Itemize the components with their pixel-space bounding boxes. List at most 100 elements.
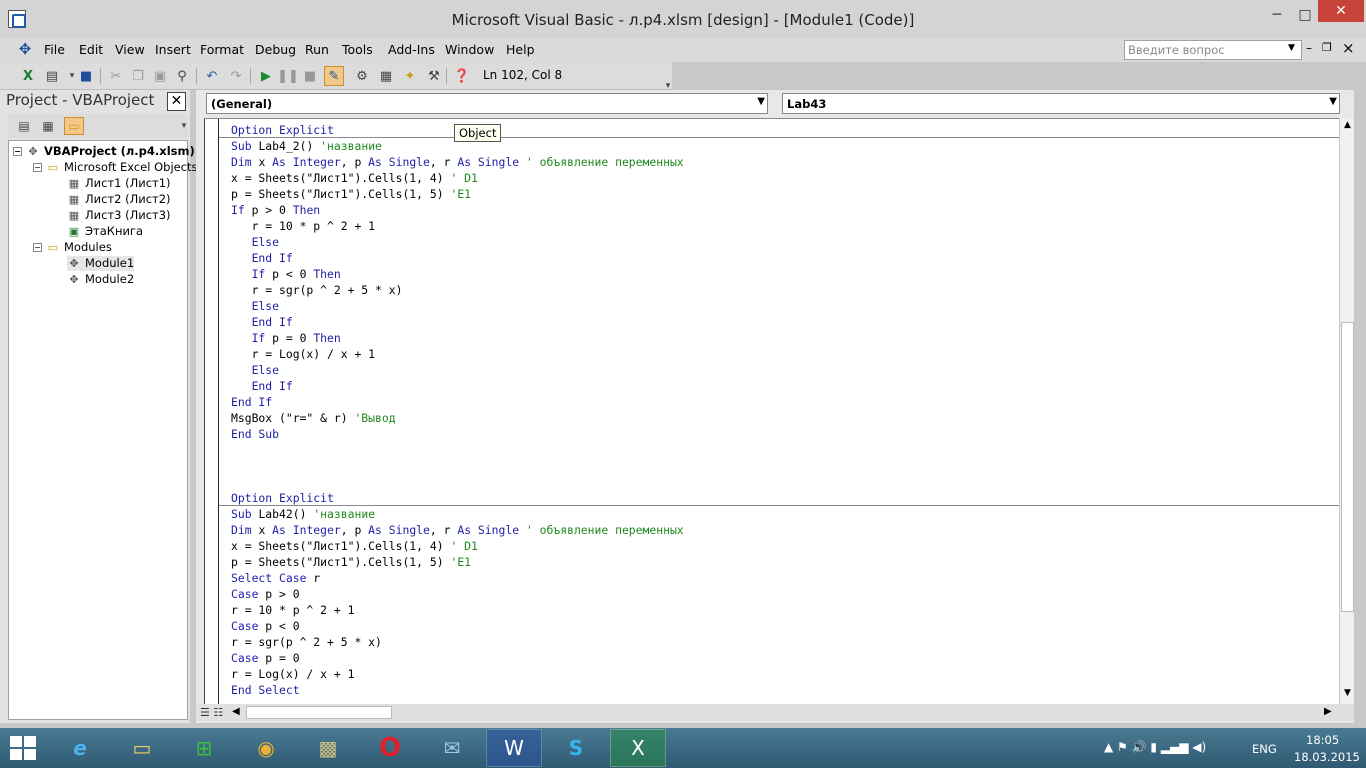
- outlook-icon[interactable]: ✉: [424, 729, 480, 767]
- file-explorer-icon[interactable]: ▭: [114, 729, 170, 767]
- menu-file[interactable]: File: [44, 42, 65, 57]
- code-line[interactable]: Sub Lab42() 'название: [231, 506, 684, 522]
- code-line[interactable]: r = Log(x) / x + 1: [231, 346, 684, 362]
- system-tray-icons[interactable]: ▲ ⚑ 🔊 ▮ ▂▄▆ ◀): [1104, 740, 1206, 754]
- reset-icon[interactable]: ■: [300, 66, 320, 86]
- language-indicator[interactable]: ENG: [1252, 742, 1277, 756]
- code-line[interactable]: [231, 442, 684, 458]
- help-dropdown-icon[interactable]: ▼: [1288, 43, 1295, 53]
- word-icon[interactable]: W: [486, 729, 542, 767]
- tree-node-thisworkbook[interactable]: ▣ ЭтаКнига: [67, 224, 143, 239]
- vba-menu-icon[interactable]: ✥: [14, 40, 36, 60]
- clock-date[interactable]: 18.03.2015: [1294, 750, 1360, 764]
- code-line[interactable]: End Sub: [231, 426, 684, 442]
- code-line[interactable]: Else: [231, 298, 684, 314]
- tree-node-module1[interactable]: ✥ Module1: [67, 256, 135, 271]
- help-search-input[interactable]: Введите вопрос: [1124, 40, 1302, 60]
- view-object-icon[interactable]: ▦: [38, 117, 58, 135]
- code-line[interactable]: r = 10 * p ^ 2 + 1: [231, 218, 684, 234]
- scroll-right-icon[interactable]: ▶: [1324, 706, 1332, 717]
- collapse-icon[interactable]: −: [13, 147, 22, 156]
- close-button[interactable]: ✕: [1318, 0, 1364, 22]
- menu-add-ins[interactable]: Add-Ins: [388, 42, 435, 57]
- skype-icon[interactable]: S: [548, 729, 604, 767]
- properties-icon[interactable]: ▦: [376, 66, 396, 86]
- design-mode-icon[interactable]: ✎: [324, 66, 344, 86]
- tree-node-modules[interactable]: − ▭ Modules: [33, 240, 112, 255]
- code-line[interactable]: Case p < 0: [231, 618, 684, 634]
- code-line[interactable]: End If: [231, 378, 684, 394]
- tree-node-vbaproject[interactable]: − ✥ VBAProject (л.p4.xlsm): [13, 144, 195, 159]
- menu-run[interactable]: Run: [305, 42, 329, 57]
- menu-edit[interactable]: Edit: [79, 42, 103, 57]
- cut-icon[interactable]: ✂: [106, 66, 126, 86]
- mdi-close-button[interactable]: ×: [1342, 39, 1355, 57]
- code-line[interactable]: End If: [231, 314, 684, 330]
- code-line[interactable]: Else: [231, 234, 684, 250]
- object-browser-icon[interactable]: ✦: [400, 66, 420, 86]
- horizontal-scrollbar[interactable]: ☰ ☷ ◀ ▶: [196, 704, 1354, 721]
- mdi-minimize-button[interactable]: –: [1306, 41, 1312, 55]
- clock-time[interactable]: 18:05: [1306, 733, 1339, 747]
- tree-node-sheet2[interactable]: ▦ Лист2 (Лист2): [67, 192, 171, 207]
- menu-format[interactable]: Format: [200, 42, 244, 57]
- code-line[interactable]: x = Sheets("Лист1").Cells(1, 4) ' D1: [231, 538, 684, 554]
- code-line[interactable]: Dim x As Integer, p As Single, r As Sing…: [231, 522, 684, 538]
- horizontal-scroll-thumb[interactable]: [246, 706, 392, 719]
- vertical-scroll-thumb[interactable]: [1341, 322, 1354, 612]
- mdi-restore-button[interactable]: ❐: [1322, 41, 1332, 54]
- menu-debug[interactable]: Debug: [255, 42, 296, 57]
- code-line[interactable]: p = Sheets("Лист1").Cells(1, 5) 'E1: [231, 554, 684, 570]
- code-line[interactable]: r = sgr(p ^ 2 + 5 * x): [231, 282, 684, 298]
- code-line[interactable]: Option Explicit: [231, 490, 684, 506]
- code-lines[interactable]: Option Explicit Sub Lab4_2() 'название Dim…: [231, 122, 684, 698]
- code-line[interactable]: r = 10 * p ^ 2 + 1: [231, 602, 684, 618]
- chrome-icon[interactable]: ◉: [238, 729, 294, 767]
- project-explorer-icon[interactable]: ⚙: [352, 66, 372, 86]
- tree-node-sheet3[interactable]: ▦ Лист3 (Лист3): [67, 208, 171, 223]
- scroll-up-icon[interactable]: ▲: [1341, 120, 1354, 134]
- internet-explorer-icon[interactable]: e: [52, 729, 108, 767]
- archive-icon[interactable]: ▩: [300, 729, 356, 767]
- code-line[interactable]: MsgBox ("r=" & r) 'Вывод: [231, 410, 684, 426]
- tree-node-module2[interactable]: ✥ Module2: [67, 272, 134, 287]
- tree-node-excel-objects[interactable]: − ▭ Microsoft Excel Objects: [33, 160, 198, 175]
- opera-icon[interactable]: O: [362, 729, 418, 767]
- breakpoint-margin[interactable]: [205, 119, 219, 704]
- save-icon[interactable]: ■: [76, 66, 96, 86]
- menu-window[interactable]: Window: [445, 42, 494, 57]
- help-icon[interactable]: ❓: [452, 66, 472, 86]
- code-line[interactable]: Case p > 0: [231, 586, 684, 602]
- undo-icon[interactable]: ↶: [202, 66, 222, 86]
- project-pane-close-button[interactable]: ✕: [167, 92, 186, 111]
- excel-icon[interactable]: X: [610, 729, 666, 767]
- menu-tools[interactable]: Tools: [342, 42, 373, 57]
- scroll-left-icon[interactable]: ◀: [232, 706, 240, 717]
- chevron-down-icon[interactable]: ▼: [757, 96, 765, 107]
- code-line[interactable]: If p < 0 Then: [231, 266, 684, 282]
- code-line[interactable]: End Select: [231, 682, 684, 698]
- code-line[interactable]: r = sgr(p ^ 2 + 5 * x): [231, 634, 684, 650]
- insert-userform-icon[interactable]: ▤: [42, 66, 62, 86]
- vertical-scrollbar[interactable]: ▲ ▼: [1339, 118, 1354, 704]
- code-line[interactable]: Dim x As Integer, p As Single, r As Sing…: [231, 154, 684, 170]
- code-line[interactable]: [231, 458, 684, 474]
- code-line[interactable]: End If: [231, 394, 684, 410]
- project-toolbar-dropdown-icon[interactable]: ▾: [174, 117, 194, 135]
- procedure-combobox[interactable]: Lab43 ▼: [782, 93, 1340, 114]
- run-icon[interactable]: ▶: [256, 66, 276, 86]
- scroll-down-icon[interactable]: ▼: [1341, 688, 1354, 702]
- break-icon[interactable]: ❚❚: [277, 66, 299, 86]
- menu-insert[interactable]: Insert: [155, 42, 191, 57]
- collapse-icon[interactable]: −: [33, 243, 42, 252]
- maximize-button[interactable]: □: [1290, 0, 1320, 30]
- tree-node-sheet1[interactable]: ▦ Лист1 (Лист1): [67, 176, 171, 191]
- procedure-view-icon[interactable]: ☰ ☷: [200, 706, 223, 719]
- code-line[interactable]: r = Log(x) / x + 1: [231, 666, 684, 682]
- code-line[interactable]: x = Sheets("Лист1").Cells(1, 4) ' D1: [231, 170, 684, 186]
- paste-icon[interactable]: ▣: [150, 66, 170, 86]
- toolbox-icon[interactable]: ⚒: [424, 66, 444, 86]
- find-icon[interactable]: ⚲: [172, 66, 192, 86]
- store-icon[interactable]: ⊞: [176, 729, 232, 767]
- code-line[interactable]: If p = 0 Then: [231, 330, 684, 346]
